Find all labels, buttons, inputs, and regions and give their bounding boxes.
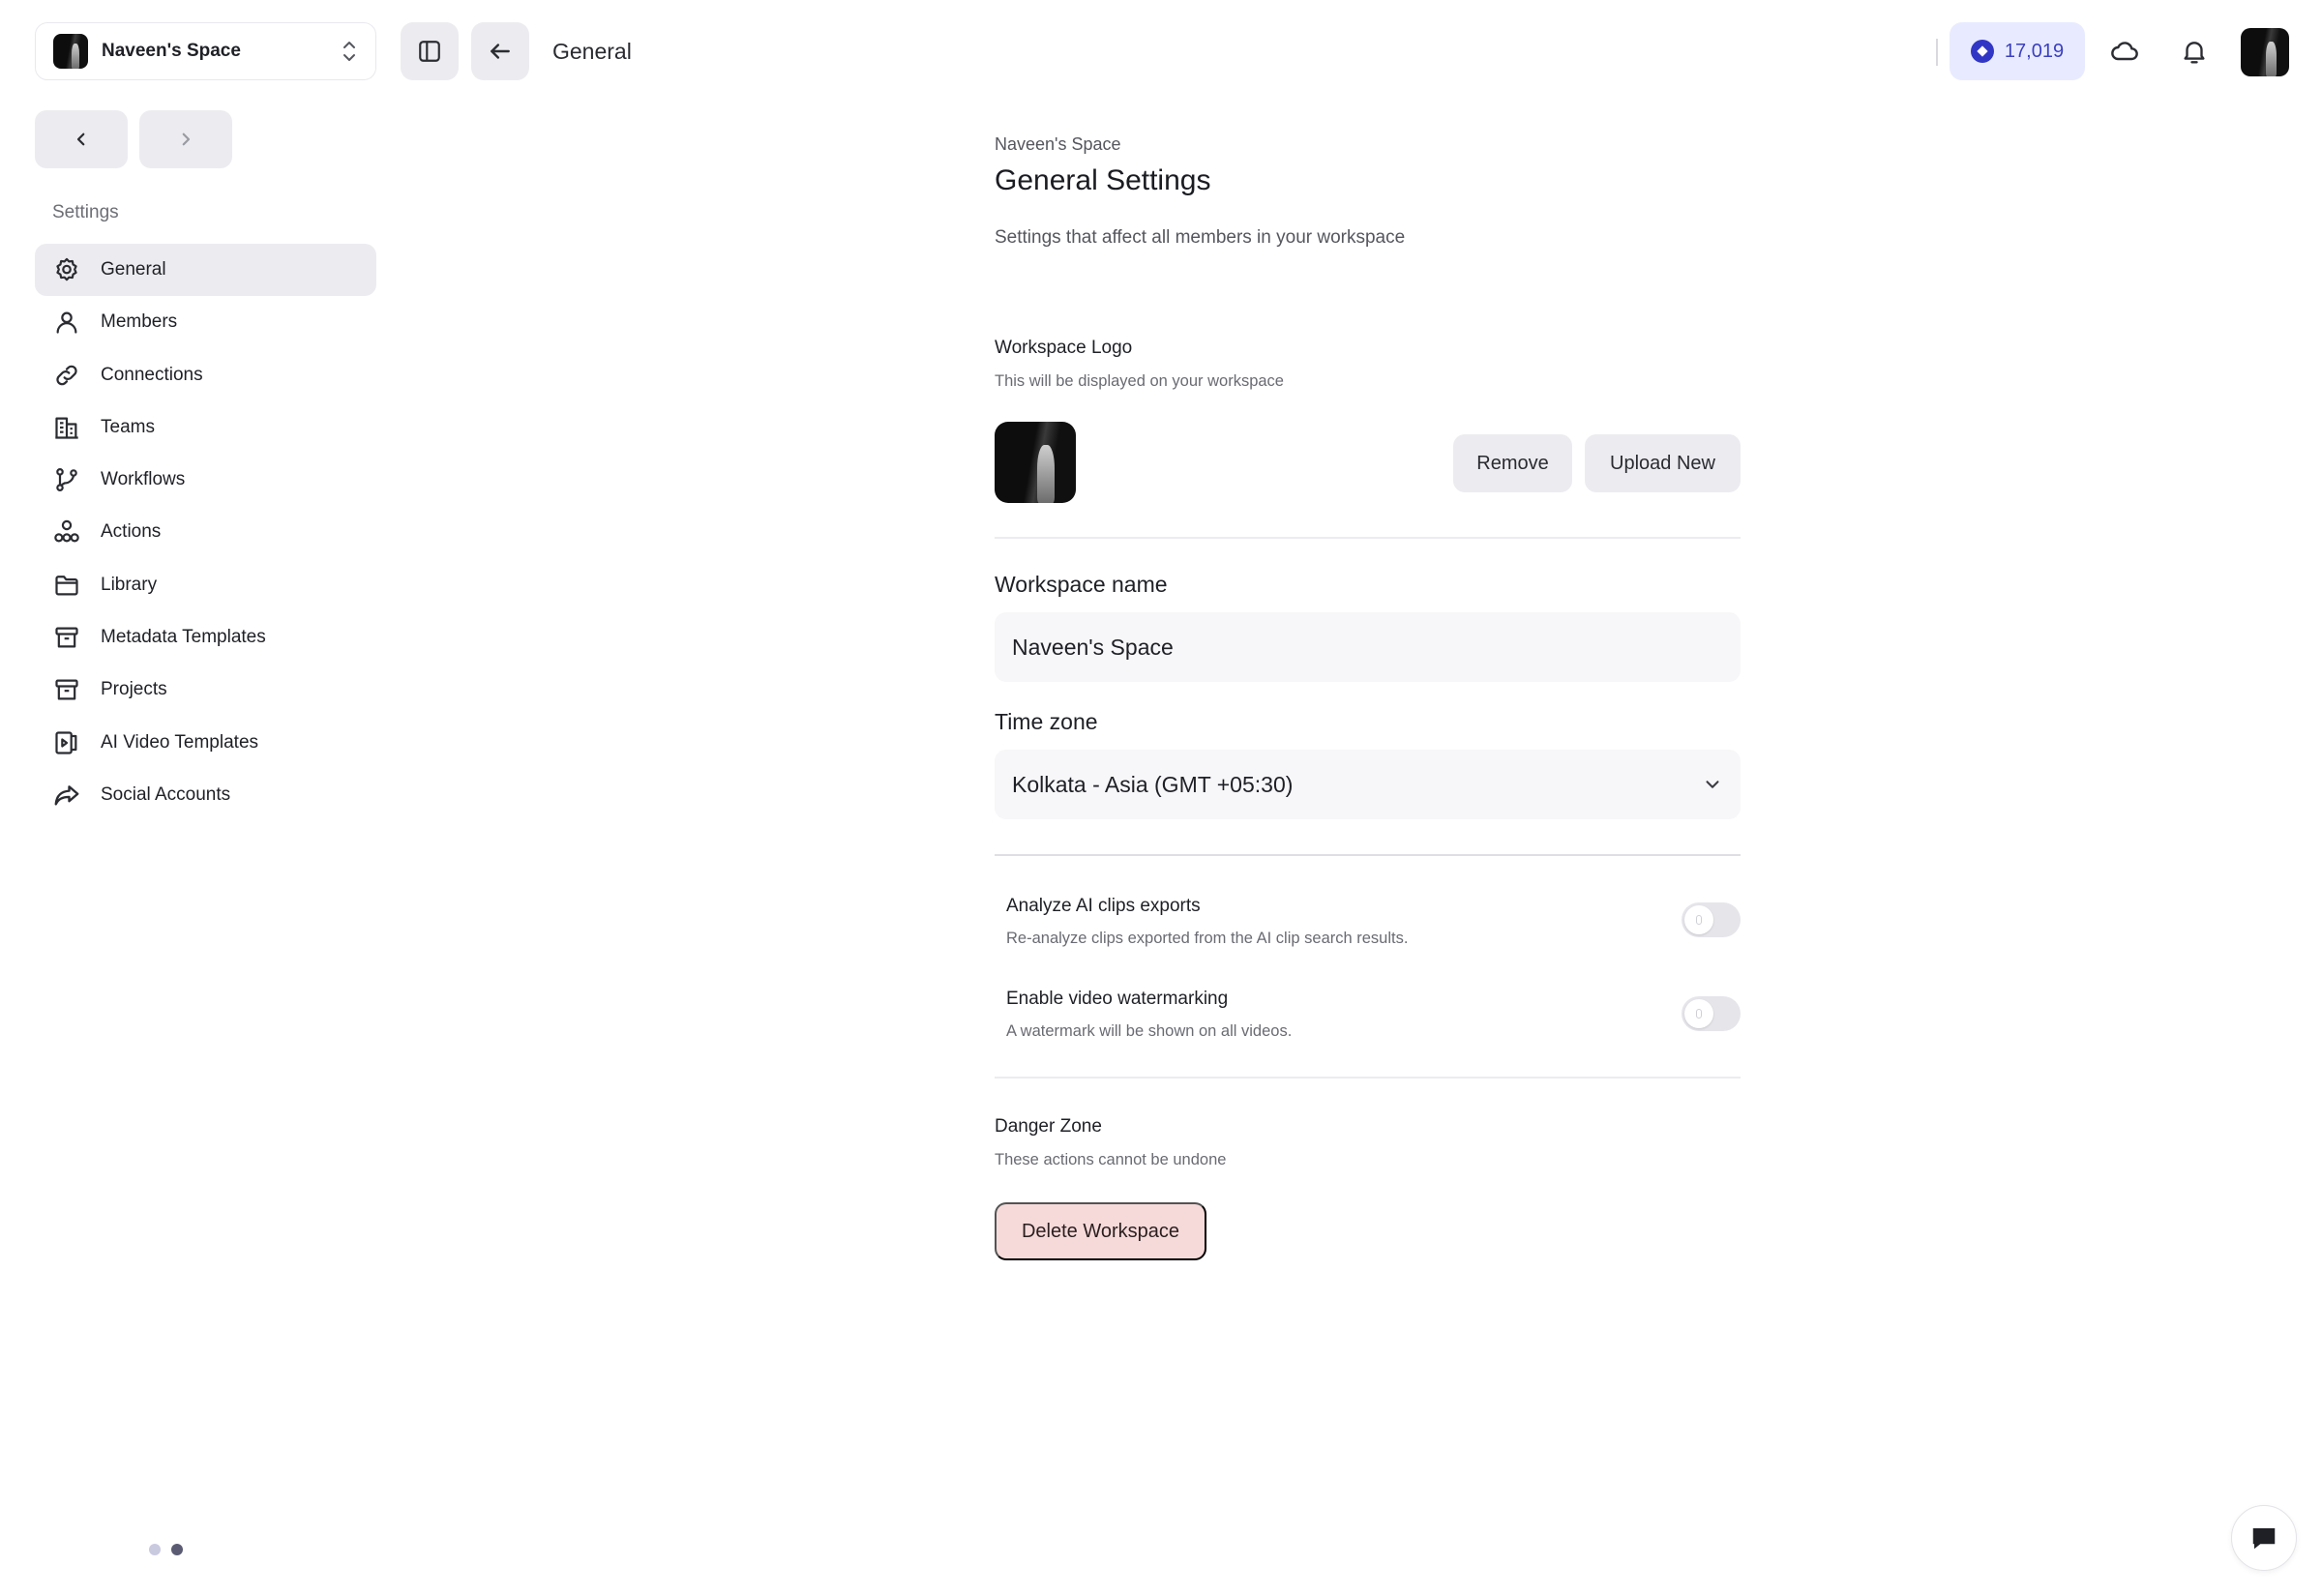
analyze-clips-toggle[interactable]: [1682, 902, 1741, 937]
sidebar-item-label: Social Accounts: [101, 783, 231, 805]
remove-logo-button[interactable]: Remove: [1453, 434, 1572, 492]
building-icon: [52, 413, 81, 442]
page-title: General Settings: [995, 164, 1211, 196]
sidebar-item-label: Projects: [101, 679, 167, 700]
notifications-button[interactable]: [2175, 32, 2214, 71]
chevron-up-down-icon: [343, 42, 355, 61]
upload-logo-button[interactable]: Upload New: [1585, 434, 1741, 492]
page-header-title: General: [552, 39, 632, 64]
watermark-subtitle: A watermark will be shown on all videos.: [1006, 1022, 1293, 1040]
danger-zone-subtitle: These actions cannot be undone: [995, 1151, 1227, 1168]
timezone-label: Time zone: [995, 709, 1098, 734]
timezone-select[interactable]: Kolkata - Asia (GMT +05:30): [995, 750, 1741, 819]
cloud-icon: [2111, 42, 2138, 61]
section-divider: [995, 1077, 1741, 1079]
workspace-name-label: Workspace name: [995, 572, 1168, 597]
chevron-down-icon: [1706, 781, 1719, 788]
sidebar-item-label: AI Video Templates: [101, 731, 259, 753]
sidebar-panel-icon: [419, 41, 440, 62]
pager-dot-active[interactable]: [171, 1544, 183, 1555]
watermark-toggle[interactable]: [1682, 996, 1741, 1031]
section-divider: [995, 537, 1741, 539]
workspace-logo-image: [995, 422, 1076, 503]
credits-count: 17,019: [2004, 40, 2065, 62]
settings-nav: General Members Connections Teams Workfl…: [35, 244, 376, 821]
section-divider: [995, 854, 1741, 856]
sidebar-item-teams[interactable]: Teams: [35, 401, 376, 454]
back-button[interactable]: [471, 22, 529, 80]
pager-dots[interactable]: [149, 1544, 183, 1555]
timezone-value: Kolkata - Asia (GMT +05:30): [1012, 771, 1294, 797]
pager-dot[interactable]: [149, 1544, 161, 1555]
user-icon: [52, 308, 81, 337]
sidebar-item-members[interactable]: Members: [35, 296, 376, 348]
toggle-sidebar-button[interactable]: [401, 22, 459, 80]
sidebar-item-label: Connections: [101, 364, 203, 385]
link-icon: [52, 361, 81, 390]
toggle-knob: [1684, 905, 1713, 934]
delete-workspace-button[interactable]: Delete Workspace: [995, 1202, 1206, 1260]
sidebar-item-actions[interactable]: Actions: [35, 506, 376, 558]
sidebar-item-metadata-templates[interactable]: Metadata Templates: [35, 611, 376, 664]
workspace-name: Naveen's Space: [102, 41, 241, 61]
history-forward-button[interactable]: [139, 110, 232, 168]
sidebar-item-label: Actions: [101, 521, 162, 543]
credits-coin-icon: [1970, 40, 1994, 63]
credits-badge[interactable]: 17,019: [1950, 22, 2085, 80]
sidebar-section-label: Settings: [52, 202, 119, 222]
share-icon: [52, 781, 81, 810]
workspace-name-value: Naveen's Space: [1012, 634, 1174, 660]
watermark-title: Enable video watermarking: [1006, 989, 1229, 1009]
chevron-left-icon: [76, 133, 85, 146]
sidebar-item-connections[interactable]: Connections: [35, 349, 376, 401]
archive-icon: [52, 623, 81, 652]
sidebar-item-library[interactable]: Library: [35, 559, 376, 611]
sidebar-item-label: General: [101, 259, 166, 280]
analyze-clips-subtitle: Re-analyze clips exported from the AI cl…: [1006, 930, 1409, 947]
user-avatar[interactable]: [2241, 28, 2289, 76]
workspace-name-field[interactable]: Naveen's Space: [995, 612, 1741, 682]
sidebar-item-label: Library: [101, 574, 158, 595]
archive-icon: [52, 675, 81, 704]
topbar-divider: [1936, 39, 1938, 66]
danger-zone-title: Danger Zone: [995, 1116, 1102, 1137]
chevron-right-icon: [182, 133, 191, 146]
actions-icon: [52, 517, 81, 547]
arrow-left-icon: [491, 44, 510, 59]
workspace-logo-subtitle: This will be displayed on your workspace: [995, 372, 1284, 390]
sidebar-item-ai-video-templates[interactable]: AI Video Templates: [35, 717, 376, 769]
sidebar-item-general[interactable]: General: [35, 244, 376, 296]
workspace-avatar: [53, 34, 88, 69]
sidebar-item-label: Teams: [101, 416, 155, 437]
page-subtitle: Settings that affect all members in your…: [995, 227, 1406, 248]
chat-bubble-icon: [2252, 1528, 2276, 1550]
gear-icon: [52, 255, 81, 284]
sidebar-item-label: Workflows: [101, 469, 186, 490]
video-template-icon: [52, 728, 81, 757]
sidebar-item-label: Metadata Templates: [101, 627, 266, 648]
cloud-button[interactable]: [2105, 32, 2144, 71]
sidebar-item-workflows[interactable]: Workflows: [35, 454, 376, 506]
sidebar-item-projects[interactable]: Projects: [35, 664, 376, 716]
chat-support-button[interactable]: [2231, 1505, 2297, 1571]
analyze-clips-title: Analyze AI clips exports: [1006, 896, 1201, 916]
bell-icon: [2184, 42, 2205, 64]
workspace-logo-title: Workspace Logo: [995, 338, 1133, 358]
sidebar-item-label: Members: [101, 311, 178, 333]
workspace-switcher[interactable]: Naveen's Space: [35, 22, 376, 80]
git-branch-icon: [52, 465, 81, 494]
folder-icon: [52, 571, 81, 600]
toggle-knob: [1684, 999, 1713, 1028]
breadcrumb: Naveen's Space: [995, 134, 1121, 154]
sidebar-item-social-accounts[interactable]: Social Accounts: [35, 769, 376, 821]
history-back-button[interactable]: [35, 110, 128, 168]
